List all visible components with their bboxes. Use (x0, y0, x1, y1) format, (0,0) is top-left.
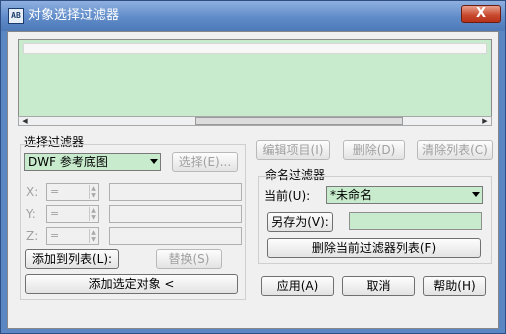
y-label: Y: (26, 207, 36, 221)
delete-button[interactable]: 删除(D) (343, 140, 405, 160)
horizontal-scrollbar[interactable]: ◀ ▶ (18, 116, 492, 126)
save-as-button[interactable]: 另存为(V): (267, 212, 333, 232)
x-operator-value: = (50, 185, 60, 198)
app-icon: AB (8, 8, 24, 24)
window-title: 对象选择过滤器 (28, 8, 120, 23)
y-operator-value: = (50, 207, 60, 220)
apply-button[interactable]: 应用(A) (261, 276, 334, 296)
help-button[interactable]: 帮助(H) (423, 276, 486, 296)
scroll-left-icon[interactable]: ◀ (21, 117, 29, 125)
x-value-field[interactable] (109, 183, 242, 201)
dialog-window: AB 对象选择过滤器 X ◀ ▶ 选择过滤器 DWF 参考底图 选择(E)...… (0, 0, 506, 334)
chevron-down-icon (150, 159, 158, 164)
save-as-name-field[interactable] (349, 212, 482, 230)
filter-list-header (23, 43, 487, 54)
scroll-right-icon[interactable]: ▶ (481, 117, 489, 125)
close-button[interactable]: X (461, 5, 501, 23)
current-filter-value: *未命名 (330, 188, 373, 202)
z-operator-select[interactable]: = ▲ ▼ (46, 227, 99, 245)
edit-item-button[interactable]: 编辑项目(I) (256, 140, 330, 160)
add-to-list-button[interactable]: 添加到列表(L): (25, 249, 119, 269)
x-operator-spin-icon: ▲ ▼ (89, 185, 97, 199)
z-operator-value: = (50, 229, 60, 242)
dialog-body: ◀ ▶ 选择过滤器 DWF 参考底图 选择(E)... X: = ▲ ▼ Y: =… (7, 31, 499, 329)
title-bar[interactable]: AB 对象选择过滤器 X (1, 1, 505, 31)
current-filter-combo[interactable]: *未命名 (326, 186, 483, 204)
filter-type-value: DWF 参考底图 (28, 155, 108, 169)
y-operator-spin-icon: ▲ ▼ (89, 207, 97, 221)
chevron-down-icon (472, 192, 480, 197)
filter-list[interactable] (18, 39, 492, 125)
z-label: Z: (26, 229, 39, 243)
select-button[interactable]: 选择(E)... (172, 152, 238, 172)
x-label: X: (26, 185, 39, 199)
y-value-field[interactable] (109, 205, 242, 223)
replace-button[interactable]: 替换(S) (156, 249, 222, 269)
delete-filter-list-button[interactable]: 删除当前过滤器列表(F) (267, 238, 481, 258)
y-operator-select[interactable]: = ▲ ▼ (46, 205, 99, 223)
filter-type-combo[interactable]: DWF 参考底图 (24, 153, 161, 171)
x-operator-select[interactable]: = ▲ ▼ (46, 183, 99, 201)
z-value-field[interactable] (109, 227, 242, 245)
current-label: 当前(U): (264, 189, 311, 203)
z-operator-spin-icon: ▲ ▼ (89, 229, 97, 243)
clear-list-button[interactable]: 清除列表(C) (417, 140, 493, 160)
add-selected-objects-button[interactable]: 添加选定对象 < (25, 274, 238, 294)
cancel-button[interactable]: 取消 (342, 276, 415, 296)
scroll-thumb[interactable] (195, 117, 403, 125)
